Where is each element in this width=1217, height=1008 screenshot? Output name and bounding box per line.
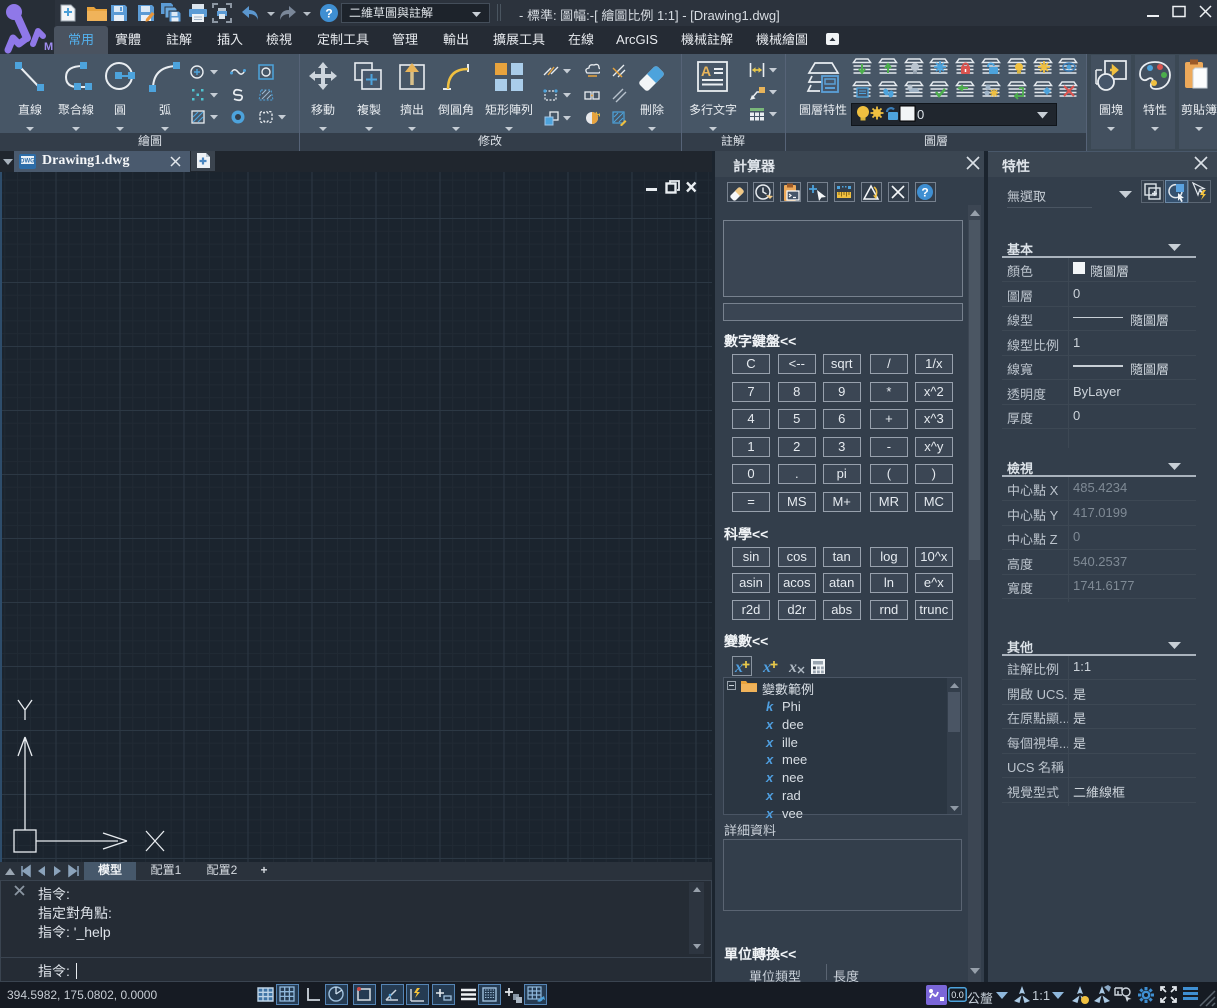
svg-text:x: x	[734, 659, 743, 676]
svg-text:A: A	[701, 63, 711, 79]
svg-text:?: ?	[921, 186, 928, 200]
svg-text:M: M	[44, 41, 53, 53]
svg-text:0.0: 0.0	[951, 990, 964, 1000]
svg-text:x: x	[762, 659, 771, 676]
svg-text:?: ?	[325, 7, 332, 21]
svg-text:x: x	[788, 659, 797, 676]
svg-text:DWG: DWG	[20, 159, 35, 165]
